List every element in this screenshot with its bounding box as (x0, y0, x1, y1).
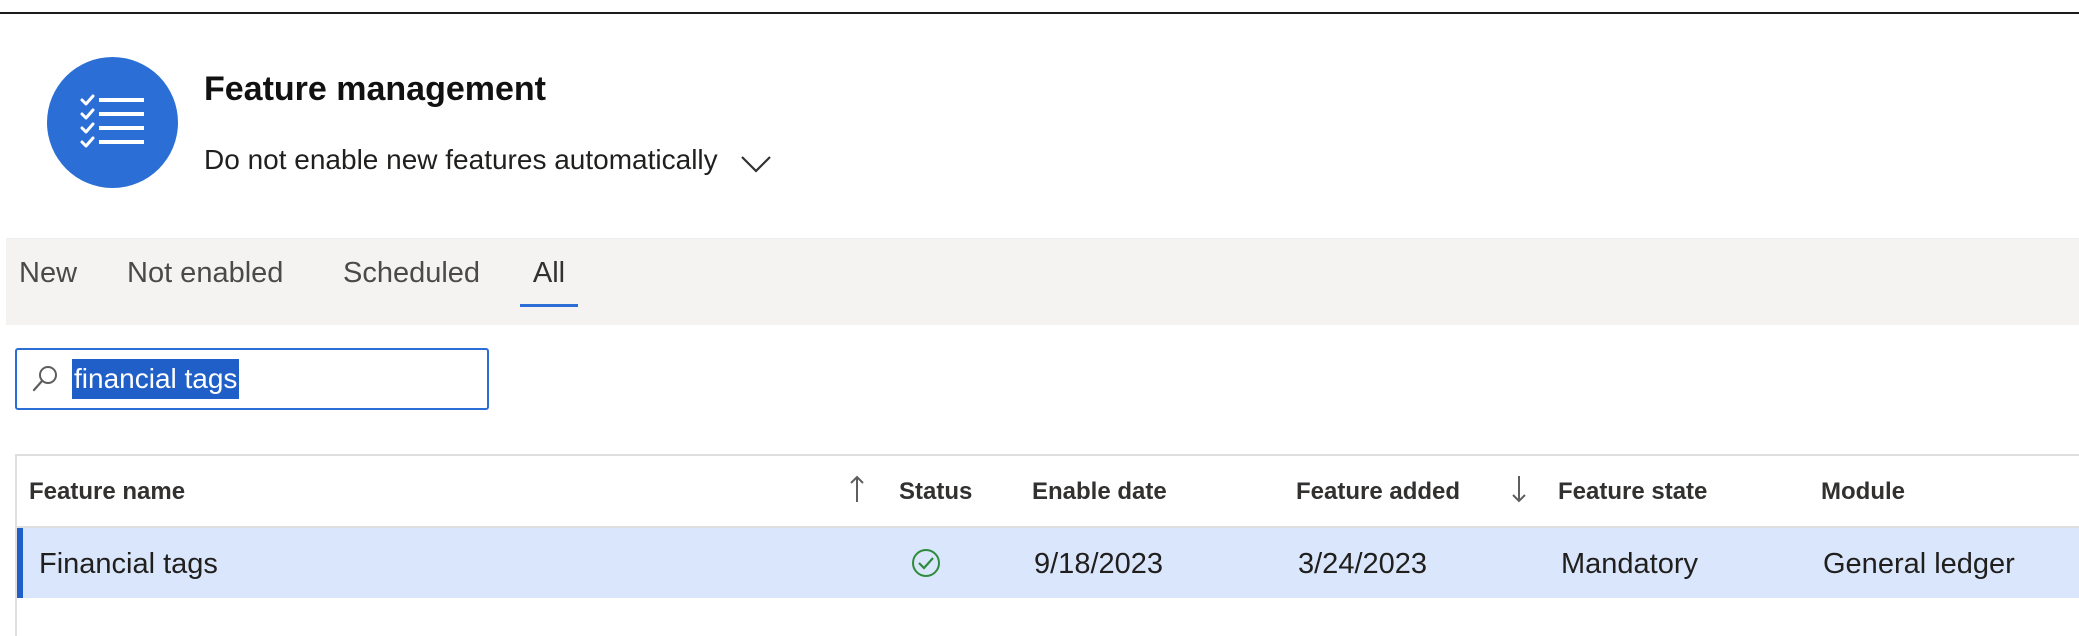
page-title: Feature management (204, 70, 546, 108)
tab-label: New (19, 257, 78, 289)
column-header-feature-added[interactable]: Feature added (1296, 478, 1460, 506)
row-selection-indicator (17, 528, 23, 598)
check-circle-icon (910, 547, 942, 584)
column-header-status[interactable]: Status (899, 478, 972, 506)
grid-header: Feature name Status Enable date Feature … (17, 456, 2079, 528)
tab-not-enabled[interactable]: Not enabled (127, 257, 283, 307)
auto-enable-dropdown[interactable]: Do not enable new features automatically (204, 140, 772, 180)
column-header-module[interactable]: Module (1821, 478, 1905, 506)
cell-feature-state: Mandatory (1561, 548, 1699, 580)
tab-new[interactable]: New (19, 257, 77, 307)
sort-descending-icon[interactable] (1511, 474, 1527, 509)
sort-ascending-icon[interactable] (849, 474, 865, 509)
chevron-down-icon (740, 154, 772, 174)
tab-label: Scheduled (343, 257, 481, 289)
features-grid: Feature name Status Enable date Feature … (15, 454, 2079, 636)
tab-all[interactable]: All (520, 257, 578, 307)
tab-label: Not enabled (127, 257, 284, 289)
checklist-icon (47, 57, 178, 188)
column-header-feature-name[interactable]: Feature name (29, 478, 185, 506)
search-input[interactable]: financial tags (72, 359, 240, 399)
cell-module: General ledger (1823, 548, 2015, 580)
tab-bar: New Not enabled Scheduled All (6, 238, 2079, 325)
tab-label: All (532, 257, 566, 289)
search-box[interactable]: financial tags (15, 348, 489, 410)
column-header-feature-state[interactable]: Feature state (1558, 478, 1707, 506)
cell-feature-name: Financial tags (39, 548, 218, 580)
table-row[interactable]: Financial tags 9/18/2023 3/24/2023 Manda… (17, 528, 2079, 598)
top-border (0, 12, 2079, 14)
cell-feature-added: 3/24/2023 (1298, 548, 1428, 580)
cell-enable-date: 9/18/2023 (1034, 548, 1164, 580)
auto-enable-dropdown-label: Do not enable new features automatically (204, 144, 718, 175)
active-tab-indicator (520, 304, 578, 307)
search-icon (31, 364, 59, 399)
tab-scheduled[interactable]: Scheduled (343, 257, 480, 307)
column-header-enable-date[interactable]: Enable date (1032, 478, 1167, 506)
